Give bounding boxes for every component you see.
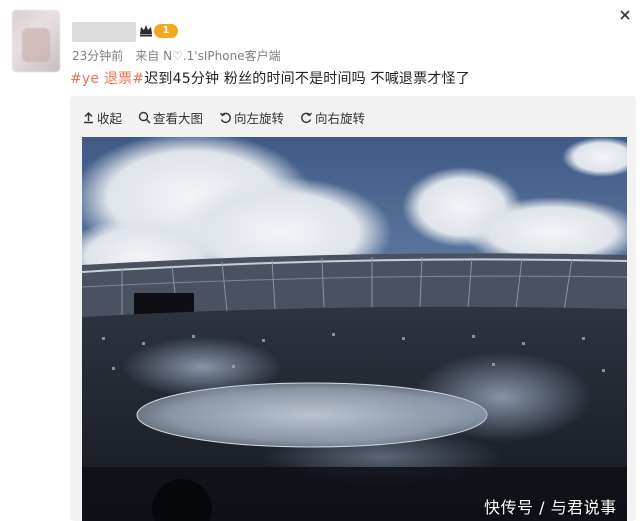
post-body: 迟到45分钟 粉丝的时间不是时间吗 不喊退票才怪了 [144, 71, 470, 87]
rotate-right-icon [301, 112, 313, 123]
collapse-arrow-icon [84, 111, 93, 123]
post-text: #ye 退票#迟到45分钟 粉丝的时间不是时间吗 不喊退票才怪了 [70, 68, 470, 88]
image-toolbar: 收起 查看大图 向左旋转 向右旋转 [82, 106, 365, 128]
view-large-button[interactable]: 查看大图 [138, 108, 203, 127]
hashtag-link[interactable]: #ye 退票# [70, 71, 144, 87]
rotate-right-button[interactable]: 向右旋转 [300, 108, 365, 127]
stadium-photo [82, 137, 627, 521]
watermark: 快传号 / 与君说事 [484, 498, 617, 517]
source-prefix: 来自 [135, 49, 160, 63]
collapse-button[interactable]: 收起 [82, 108, 122, 127]
post-meta: 23分钟前 来自 N♡.1'sIPhone客户端 [72, 47, 281, 64]
rotate-right-label: 向右旋转 [315, 110, 366, 126]
source-name[interactable]: N♡.1'sIPhone客户端 [163, 49, 280, 63]
rotate-left-icon [220, 112, 231, 123]
post-photo[interactable] [82, 137, 627, 521]
view-large-label: 查看大图 [153, 110, 204, 126]
crown-icon [140, 25, 152, 37]
level-badge: 1 [154, 24, 178, 38]
post-time[interactable]: 23分钟前 [72, 49, 123, 63]
username[interactable] [72, 22, 136, 42]
search-icon [138, 111, 151, 124]
rotate-left-button[interactable]: 向左旋转 [219, 108, 284, 127]
rotate-left-label: 向左旋转 [234, 110, 285, 126]
avatar[interactable] [12, 10, 60, 72]
close-icon[interactable] [618, 8, 632, 22]
collapse-label: 收起 [97, 110, 123, 126]
